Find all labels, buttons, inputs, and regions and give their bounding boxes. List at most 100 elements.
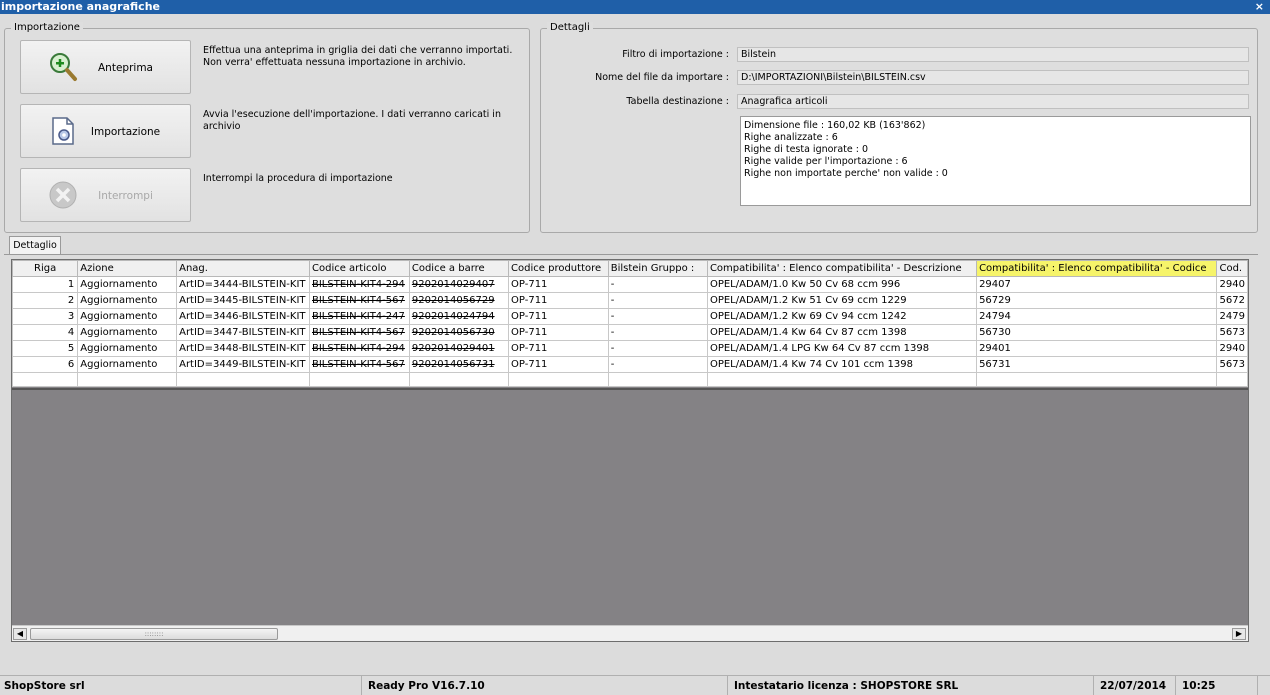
cell-anag[interactable]: ArtID=3445-BILSTEIN-KIT	[176, 292, 310, 309]
cell-compat-descrizione[interactable]: OPEL/ADAM/1.0 Kw 50 Cv 68 ccm 996	[706, 276, 978, 293]
cell-empty[interactable]	[408, 372, 510, 387]
cell-compat-descrizione[interactable]: OPEL/ADAM/1.4 Kw 64 Cv 87 ccm 1398	[706, 324, 978, 341]
horizontal-scrollbar[interactable]: ◀ :::::::: ▶	[12, 625, 1248, 641]
cell-codice-a-barre[interactable]: 9202014029401	[408, 340, 510, 357]
cell-empty[interactable]	[976, 372, 1218, 387]
cell-codice-produttore[interactable]: OP-711	[508, 356, 609, 373]
cell-anag[interactable]: ArtID=3447-BILSTEIN-KIT	[176, 324, 310, 341]
cell-bilstein-gruppo[interactable]: -	[607, 292, 708, 309]
cell-anag[interactable]: ArtID=3448-BILSTEIN-KIT	[176, 340, 310, 357]
cell-codice-articolo[interactable]: BILSTEIN-KIT4-294	[309, 340, 410, 357]
cell-compat-codice[interactable]: 29407	[976, 276, 1218, 293]
cell-azione[interactable]: Aggiornamento	[77, 324, 178, 341]
column-header-bilstein-gruppo[interactable]: Bilstein Gruppo :	[607, 260, 708, 277]
cell-compat-descrizione[interactable]: OPEL/ADAM/1.2 Kw 69 Cv 94 ccm 1242	[706, 308, 978, 325]
column-header-compat-descrizione[interactable]: Compatibilita' : Elenco compatibilita' -…	[706, 260, 978, 277]
cell-empty[interactable]	[176, 372, 310, 387]
cell-codice-produttore[interactable]: OP-711	[508, 292, 609, 309]
cell-bilstein-gruppo[interactable]: -	[607, 356, 708, 373]
table-row[interactable]: 4 Aggiornamento ArtID=3447-BILSTEIN-KIT BIL…	[12, 324, 1248, 341]
cell-anag[interactable]: ArtID=3449-BILSTEIN-KIT	[176, 356, 310, 373]
column-header-anag[interactable]: Anag.	[176, 260, 310, 277]
cell-codice-a-barre[interactable]: 9202014029407	[408, 276, 510, 293]
cell-compat-codice[interactable]: 56731	[976, 356, 1218, 373]
new-row[interactable]	[12, 372, 1248, 387]
cell-riga[interactable]: 6	[12, 356, 79, 373]
table-row[interactable]: 1 Aggiornamento ArtID=3444-BILSTEIN-KIT BIL…	[12, 276, 1248, 293]
cell-codice-produttore[interactable]: OP-711	[508, 308, 609, 325]
cell-codice-a-barre[interactable]: 9202014024794	[408, 308, 510, 325]
cell-codice-a-barre[interactable]: 9202014056729	[408, 292, 510, 309]
column-header-codice-produttore[interactable]: Codice produttore	[508, 260, 609, 277]
cell-riga[interactable]: 3	[12, 308, 79, 325]
cell-cod[interactable]: 5673	[1216, 324, 1248, 341]
cell-codice-articolo[interactable]: BILSTEIN-KIT4-294	[309, 276, 410, 293]
cell-azione[interactable]: Aggiornamento	[77, 292, 178, 309]
cell-anag[interactable]: ArtID=3446-BILSTEIN-KIT	[176, 308, 310, 325]
cell-codice-a-barre[interactable]: 9202014056730	[408, 324, 510, 341]
cell-codice-articolo[interactable]: BILSTEIN-KIT4-247	[309, 308, 410, 325]
cell-bilstein-gruppo[interactable]: -	[607, 276, 708, 293]
cell-empty[interactable]	[607, 372, 708, 387]
cell-cod[interactable]: 5673	[1216, 356, 1248, 373]
cell-anag[interactable]: ArtID=3444-BILSTEIN-KIT	[176, 276, 310, 293]
import-summary-box[interactable]: Dimensione file : 160,02 KB (163'862) Ri…	[740, 116, 1251, 206]
cell-compat-descrizione[interactable]: OPEL/ADAM/1.2 Kw 51 Cv 69 ccm 1229	[706, 292, 978, 309]
cell-azione[interactable]: Aggiornamento	[77, 340, 178, 357]
tab-dettaglio[interactable]: Dettaglio	[9, 236, 61, 255]
table-row[interactable]: 3 Aggiornamento ArtID=3446-BILSTEIN-KIT BIL…	[12, 308, 1248, 325]
close-icon[interactable]: ×	[1255, 0, 1264, 14]
cell-riga[interactable]: 4	[12, 324, 79, 341]
column-header-riga[interactable]: Riga	[12, 260, 79, 277]
cell-empty[interactable]	[508, 372, 609, 387]
cell-empty[interactable]	[77, 372, 178, 387]
table-row[interactable]: 5 Aggiornamento ArtID=3448-BILSTEIN-KIT BIL…	[12, 340, 1248, 357]
column-header-cod[interactable]: Cod.	[1216, 260, 1248, 277]
column-header-codice-a-barre[interactable]: Codice a barre	[408, 260, 510, 277]
cell-cod[interactable]: 2940	[1216, 276, 1248, 293]
cell-compat-codice[interactable]: 29401	[976, 340, 1218, 357]
cell-empty[interactable]	[1216, 372, 1248, 387]
cell-codice-articolo[interactable]: BILSTEIN-KIT4-567	[309, 292, 410, 309]
column-header-azione[interactable]: Azione	[77, 260, 178, 277]
cell-codice-a-barre[interactable]: 9202014056731	[408, 356, 510, 373]
cell-codice-articolo[interactable]: BILSTEIN-KIT4-567	[309, 324, 410, 341]
cell-codice-articolo[interactable]: BILSTEIN-KIT4-567	[309, 356, 410, 373]
cell-codice-produttore[interactable]: OP-711	[508, 324, 609, 341]
scroll-thumb[interactable]: ::::::::	[30, 628, 278, 640]
cell-azione[interactable]: Aggiornamento	[77, 308, 178, 325]
cell-compat-codice[interactable]: 56729	[976, 292, 1218, 309]
cell-empty[interactable]	[706, 372, 978, 387]
tabella-field[interactable]: Anagrafica articoli	[737, 94, 1249, 109]
cell-bilstein-gruppo[interactable]: -	[607, 340, 708, 357]
cell-codice-produttore[interactable]: OP-711	[508, 340, 609, 357]
cell-azione[interactable]: Aggiornamento	[77, 276, 178, 293]
anteprima-button[interactable]: Anteprima	[20, 40, 191, 94]
column-header-compat-codice[interactable]: Compatibilita' : Elenco compatibilita' -…	[976, 260, 1218, 277]
cell-cod[interactable]: 5672	[1216, 292, 1248, 309]
cell-codice-produttore[interactable]: OP-711	[508, 276, 609, 293]
cell-bilstein-gruppo[interactable]: -	[607, 308, 708, 325]
table-row[interactable]: 6 Aggiornamento ArtID=3449-BILSTEIN-KIT BIL…	[12, 356, 1248, 373]
cell-cod[interactable]: 2940	[1216, 340, 1248, 357]
cell-empty[interactable]	[12, 372, 79, 387]
cell-riga[interactable]: 2	[12, 292, 79, 309]
column-header-codice-articolo[interactable]: Codice articolo	[309, 260, 410, 277]
cell-compat-descrizione[interactable]: OPEL/ADAM/1.4 Kw 74 Cv 101 ccm 1398	[706, 356, 978, 373]
scroll-right-icon[interactable]: ▶	[1232, 628, 1246, 640]
cell-compat-codice[interactable]: 24794	[976, 308, 1218, 325]
table-row[interactable]: 2 Aggiornamento ArtID=3445-BILSTEIN-KIT BIL…	[12, 292, 1248, 309]
data-grid[interactable]: Riga Azione Anag. Codice articolo Codice…	[11, 259, 1249, 642]
file-field[interactable]: D:\IMPORTAZIONI\Bilstein\BILSTEIN.csv	[737, 70, 1249, 85]
importazione-button[interactable]: Importazione	[20, 104, 191, 158]
cell-riga[interactable]: 1	[12, 276, 79, 293]
cell-azione[interactable]: Aggiornamento	[77, 356, 178, 373]
cell-compat-codice[interactable]: 56730	[976, 324, 1218, 341]
cell-empty[interactable]	[309, 372, 410, 387]
cell-compat-descrizione[interactable]: OPEL/ADAM/1.4 LPG Kw 64 Cv 87 ccm 1398	[706, 340, 978, 357]
cell-riga[interactable]: 5	[12, 340, 79, 357]
interrompi-button[interactable]: Interrompi	[20, 168, 191, 222]
scroll-left-icon[interactable]: ◀	[13, 628, 27, 640]
cell-bilstein-gruppo[interactable]: -	[607, 324, 708, 341]
filtro-field[interactable]: Bilstein	[737, 47, 1249, 62]
